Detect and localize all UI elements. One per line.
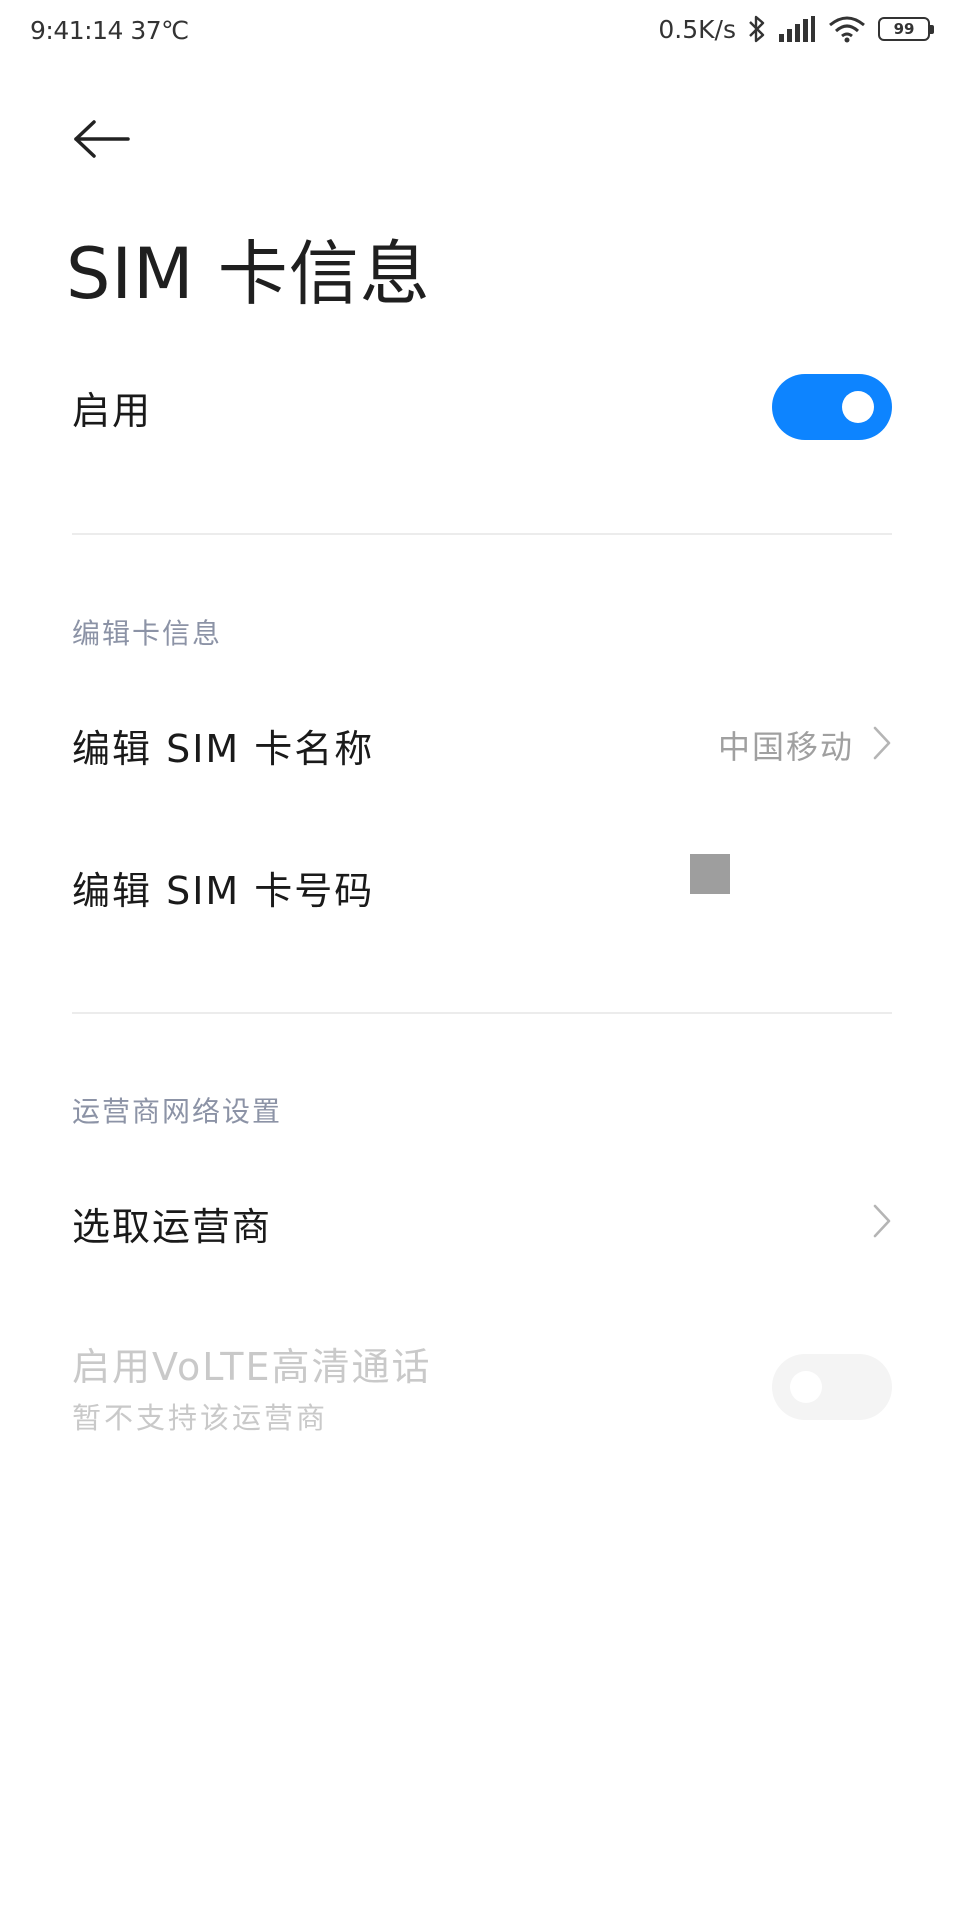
bluetooth-icon <box>748 14 766 44</box>
sim-number-placeholder-square <box>690 854 730 894</box>
divider <box>72 533 892 535</box>
page-title: SIM 卡信息 <box>66 233 431 315</box>
edit-sim-name-label: 编辑 SIM 卡名称 <box>72 726 375 771</box>
status-right-group: 0.5K/s 99 <box>658 14 934 44</box>
edit-sim-number-label: 编辑 SIM 卡号码 <box>72 868 375 913</box>
select-carrier-label: 选取运营商 <box>72 1204 273 1249</box>
edit-sim-name-row[interactable]: 编辑 SIM 卡名称 中国移动 <box>72 720 892 771</box>
net-speed: 0.5K/s <box>658 14 736 44</box>
select-carrier-row[interactable]: 选取运营商 <box>72 1198 892 1249</box>
edit-sim-name-right: 中国移动 <box>718 722 892 768</box>
toggle-knob <box>842 391 874 423</box>
section-header-network: 运营商网络设置 <box>72 1095 283 1128</box>
section-header-edit: 编辑卡信息 <box>72 617 223 650</box>
back-arrow-icon <box>74 120 130 158</box>
sim-name-value: 中国移动 <box>717 728 854 766</box>
status-time-temp: 9:41:14 37℃ <box>30 16 189 45</box>
enable-row[interactable]: 启用 <box>72 374 892 440</box>
sim-info-page: 9:41:14 37℃ 0.5K/s 99 SIM 卡信息 启用 编辑卡信息 编… <box>0 0 960 1920</box>
volte-text: 启用VoLTE高清通话 暂不支持该运营商 <box>72 1336 431 1437</box>
volte-toggle <box>772 1353 892 1420</box>
wifi-icon <box>828 15 866 43</box>
enable-toggle[interactable] <box>772 374 892 440</box>
status-bar: 9:41:14 37℃ 0.5K/s 99 <box>0 0 960 70</box>
chevron-right-icon <box>872 1203 892 1243</box>
divider <box>72 1012 892 1014</box>
battery-icon: 99 <box>878 17 934 41</box>
toggle-knob <box>790 1370 822 1403</box>
signal-icon <box>778 15 816 43</box>
volte-label: 启用VoLTE高清通话 <box>72 1345 432 1389</box>
back-button[interactable] <box>72 114 132 164</box>
edit-sim-number-row[interactable]: 编辑 SIM 卡号码 <box>72 862 892 913</box>
volte-row: 启用VoLTE高清通话 暂不支持该运营商 <box>72 1336 892 1437</box>
chevron-right-icon <box>872 725 892 765</box>
volte-sublabel: 暂不支持该运营商 <box>72 1401 329 1435</box>
enable-label: 启用 <box>72 388 153 433</box>
